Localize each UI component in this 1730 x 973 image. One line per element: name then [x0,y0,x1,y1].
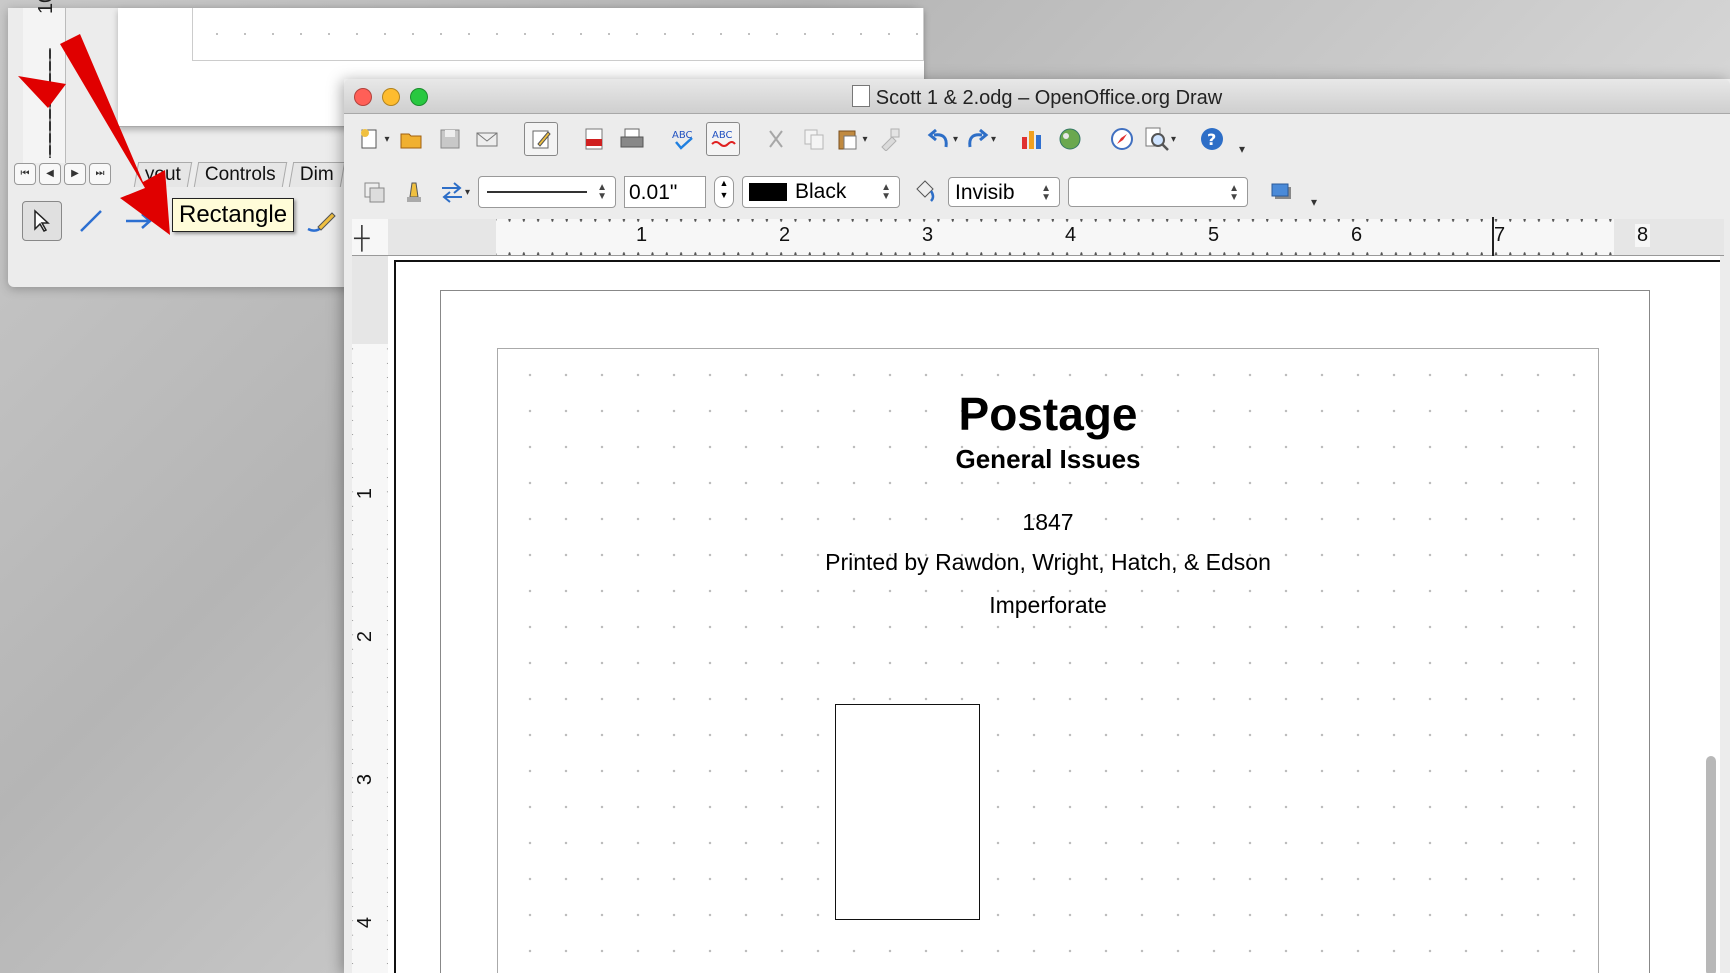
line-color-swatch [749,183,787,201]
undo-icon[interactable]: ▾ [926,123,958,155]
document-icon [851,85,870,107]
red-arrow-annotation [18,34,170,235]
cut-icon[interactable] [760,123,792,155]
tab-dimension-label: Dim [299,164,334,185]
area-fill-icon[interactable] [908,176,940,208]
toolbar-separator [746,123,754,155]
vertical-ruler-mark-2: 2 [354,630,378,643]
zoom-icon[interactable]: ▾ [1144,123,1176,155]
ruler-mark-7: 7 [1492,224,1508,247]
toolbar-separator [654,123,662,155]
window-title: Scott 1 & 2.odg – OpenOffice.org Draw [875,87,1223,109]
vertical-ruler-mark-4: 4 [354,916,378,929]
tab-controls-label: Controls [204,164,276,185]
vertical-ruler[interactable]: 1 2 3 4 [352,256,389,973]
autospellcheck-icon[interactable]: ABC [706,122,740,156]
page-print-area[interactable]: Postage General Issues 1847 Printed by R… [497,348,1599,973]
redo-icon[interactable]: ▾ [964,123,996,155]
shadow-icon[interactable] [1266,176,1298,208]
line-filling-toolbar: ▾ ▲ ▼ 0.01" ▲ ▼ Black ▲ ▼ Invisib ▲ ▼ ▲ ▼ ▾ [344,167,1730,217]
vertical-scrollbar[interactable] [1706,756,1716,973]
window-title-container: Scott 1 & 2.odg – OpenOffice.org Draw [344,85,1730,110]
ruler-mark-2: 2 [777,224,793,247]
page-title-text[interactable]: Postage [498,387,1598,441]
ruler-mark-3: 3 [920,224,936,247]
line-color-spin-icon: ▲ ▼ [881,182,891,202]
line-icon[interactable] [398,176,430,208]
tab-controls[interactable]: Controls [193,162,287,187]
email-document-icon[interactable] [472,123,504,155]
freeform-pencil-icon[interactable] [302,202,340,240]
title-bar: Scott 1 & 2.odg – OpenOffice.org Draw [344,79,1730,114]
right-margin-area [1614,219,1724,255]
spellcheck-icon[interactable]: ABC [668,123,700,155]
line-style-select[interactable]: ▲ ▼ [478,176,616,208]
ruler-ticks [388,219,1724,255]
toolbar-separator [564,123,572,155]
print-icon[interactable] [616,123,648,155]
area-fill-select[interactable]: ▲ ▼ [1068,177,1248,207]
drawing-workspace[interactable]: Postage General Issues 1847 Printed by R… [388,256,1720,973]
toolbar-separator [1092,123,1100,155]
left-margin-area [388,219,496,255]
styles-icon[interactable] [358,176,390,208]
help-icon[interactable]: ? [1196,123,1228,155]
line-style-spin-icon: ▲ ▼ [597,182,607,202]
draw-window: Scott 1 & 2.odg – OpenOffice.org Draw ▾ … [344,79,1730,973]
toolbar-separator [1182,123,1190,155]
ruler-mark-6: 6 [1349,224,1365,247]
ruler-mark-4: 4 [1063,224,1079,247]
new-document-icon[interactable]: ▾ [358,123,390,155]
ruler-mark-8: 8 [1635,224,1651,247]
tab-dimension-lines[interactable]: Dim [288,162,345,187]
line-width-stepper[interactable]: ▲ ▼ [714,176,734,208]
edit-file-icon[interactable] [524,122,558,156]
toolbar-separator [510,123,518,155]
save-icon[interactable] [434,123,466,155]
page-subtitle-text[interactable]: General Issues [498,444,1598,475]
line-color-label: Black [795,180,847,203]
year-text[interactable]: 1847 [498,509,1598,536]
perforation-text[interactable]: Imperforate [498,592,1598,619]
area-style-spin-icon: ▲ ▼ [1041,183,1051,203]
toolbar-separator [912,123,920,155]
navigator-icon[interactable] [1106,123,1138,155]
line-width-input[interactable]: 0.01" [624,176,706,208]
chart-icon[interactable] [1016,123,1048,155]
area-style-label: Invisib [955,181,1015,204]
printed-by-text[interactable]: Printed by Rawdon, Wright, Hatch, & Edso… [498,549,1598,576]
ruler-origin-icon[interactable]: ┼ [354,225,378,250]
area-style-select[interactable]: Invisib ▲ ▼ [948,177,1060,207]
paste-icon[interactable]: ▾ [836,123,868,155]
line-style-preview [487,191,587,193]
stamp-rectangle-shape[interactable] [835,704,980,920]
toolbar-overflow-icon[interactable]: ▾ [1306,176,1320,209]
drawing-page[interactable]: Postage General Issues 1847 Printed by R… [440,290,1650,973]
standard-toolbar: ▾ ABC ABC ▾ ▾ ▾ ▾ ? ▾ [344,115,1730,163]
background-page-grid [192,8,924,61]
image-icon[interactable] [1054,123,1086,155]
ruler-ticks [352,256,388,973]
ruler-mark-1: 1 [634,224,650,247]
open-folder-icon[interactable] [396,123,428,155]
svg-text:?: ? [1207,130,1216,149]
ruler-cursor-marker [1492,217,1494,257]
ruler-mark-5: 5 [1206,224,1222,247]
vertical-ruler-mark-3: 3 [354,773,378,786]
horizontal-ruler[interactable]: ┼ 1 2 3 4 5 6 7 8 [352,219,1724,256]
toolbar-overflow-icon[interactable]: ▾ [1234,123,1248,156]
top-margin-area [352,256,388,344]
vertical-ruler-mark-1: 1 [354,487,378,500]
svg-text:ABC: ABC [712,130,733,141]
clone-formatting-icon[interactable] [874,123,906,155]
area-fill-spin-icon: ▲ ▼ [1229,183,1239,203]
background-ruler-number: 10 [35,0,57,14]
line-color-select[interactable]: Black ▲ ▼ [742,176,900,208]
arrow-style-icon[interactable]: ▾ [438,176,470,208]
copy-icon[interactable] [798,123,830,155]
toolbar-separator [1002,123,1010,155]
export-pdf-icon[interactable] [578,123,610,155]
